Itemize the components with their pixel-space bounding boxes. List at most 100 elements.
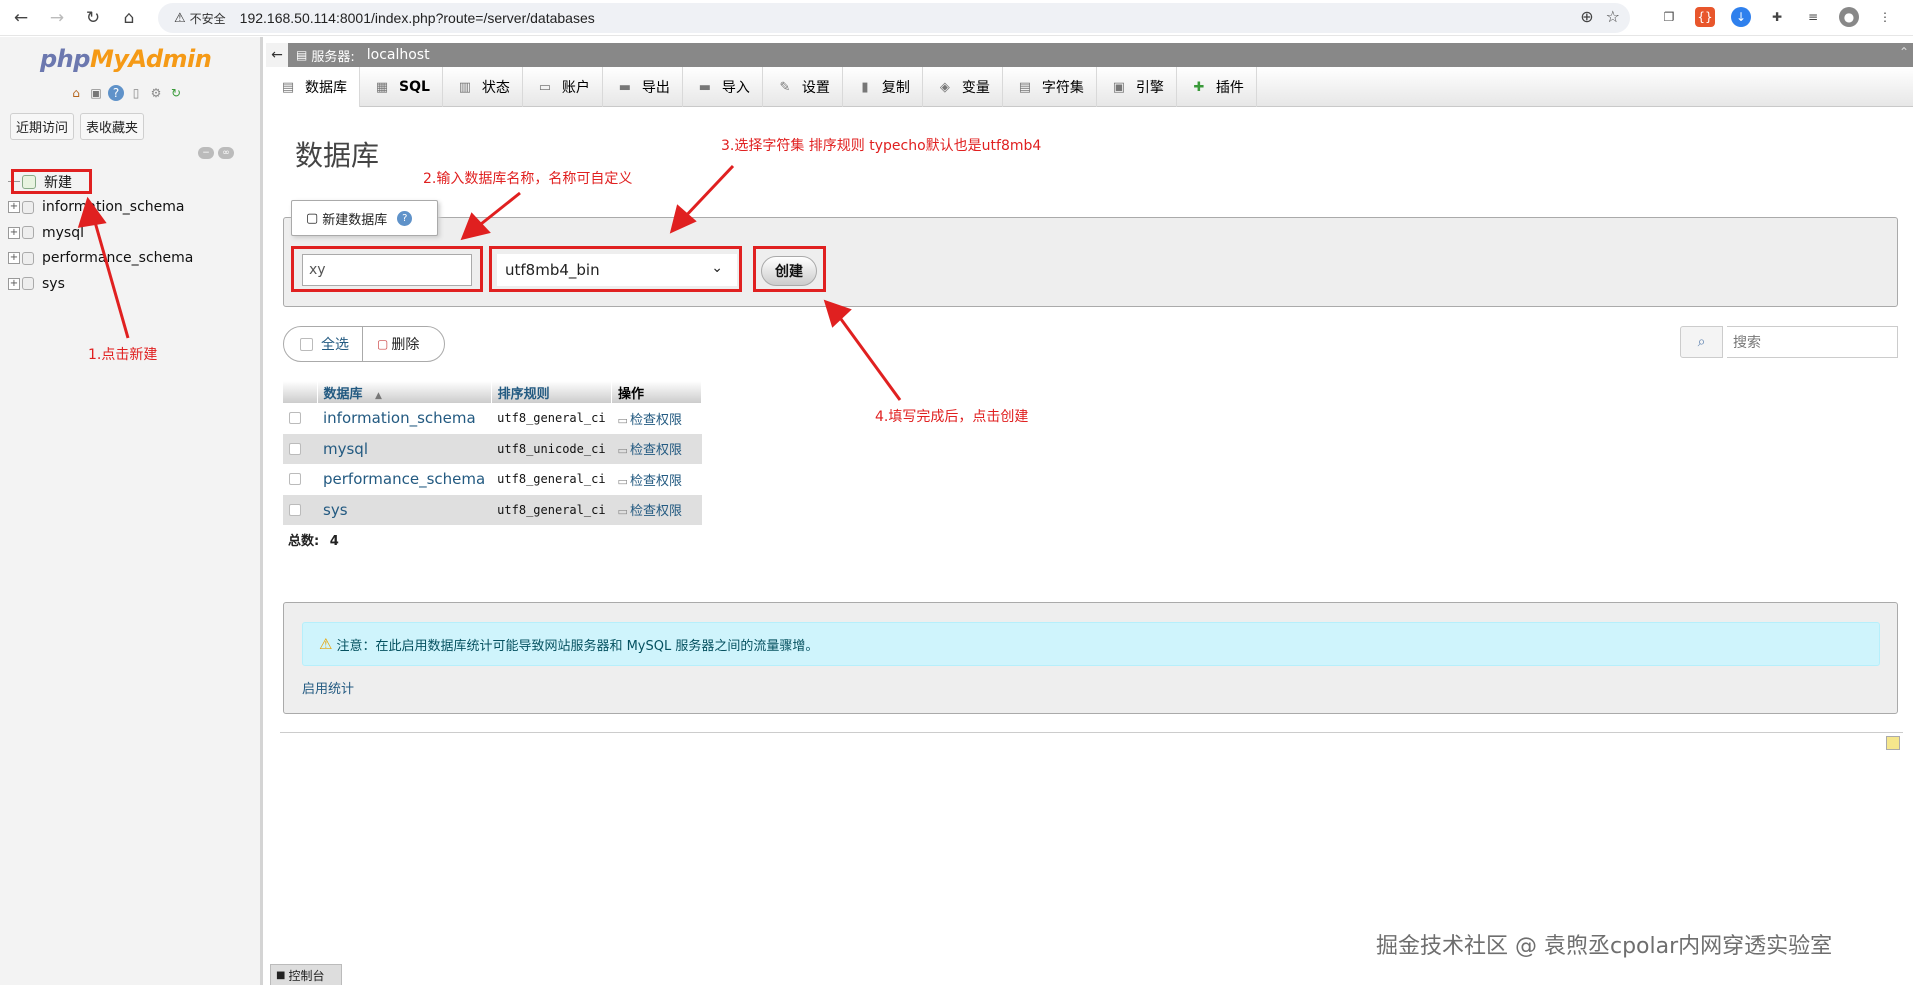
tab-plugins[interactable]: ✚ 插件 <box>1177 67 1257 107</box>
check-privileges-label: 检查权限 <box>629 412 682 428</box>
extension-red-icon[interactable]: {} <box>1695 7 1715 27</box>
search-input[interactable]: 搜索 <box>1727 326 1898 358</box>
table-header-row: 数据库 ▲ 排序规则 操作 <box>283 381 703 403</box>
header-checkbox-col <box>283 381 318 403</box>
annotation-step1: 1.点击新建 <box>88 347 158 363</box>
replication-icon: ▮ <box>861 79 869 95</box>
forward-arrow-icon[interactable]: → <box>42 3 72 33</box>
tab-status[interactable]: ▥ 状态 <box>443 67 523 107</box>
gear-icon[interactable]: ⚙ <box>148 85 164 101</box>
tab-databases[interactable]: ▤ 数据库 <box>266 67 360 107</box>
check-privileges-link[interactable]: ▭ 检查权限 <box>611 464 702 495</box>
menu-dots-icon[interactable]: ⋮ <box>1875 7 1895 27</box>
link-icon[interactable]: ∞ <box>218 147 234 159</box>
header-collation[interactable]: 排序规则 <box>491 381 613 403</box>
tab-export[interactable]: ▬ 导出 <box>603 67 683 107</box>
annotation-box-name-input <box>291 246 483 292</box>
row-checkbox-cell <box>283 403 317 434</box>
total-label: 总数: <box>288 534 320 549</box>
expand-plus-icon[interactable]: + <box>8 277 20 290</box>
expand-plus-icon[interactable]: + <box>8 226 20 239</box>
check-privileges-label: 检查权限 <box>629 443 682 459</box>
check-privileges-link[interactable]: ▭ 检查权限 <box>611 494 702 525</box>
check-privileges-link[interactable]: ▭ 检查权限 <box>611 403 702 434</box>
create-database-legend: ▢ 新建数据库 ? <box>291 200 438 236</box>
bookmark-star-icon[interactable]: ☆ <box>1606 7 1620 26</box>
extensions-puzzle-icon[interactable]: ✚ <box>1767 7 1787 27</box>
url-text[interactable]: 192.168.50.114:8001/index.php?route=/ser… <box>240 10 595 26</box>
tab-import[interactable]: ▬ 导入 <box>683 67 763 107</box>
tab-label: 复制 <box>881 80 910 96</box>
header-database[interactable]: 数据库 ▲ <box>317 381 492 403</box>
database-icon <box>22 200 34 214</box>
row-checkbox[interactable] <box>289 473 301 486</box>
profile-avatar-icon[interactable]: ● <box>1839 7 1859 27</box>
accounts-icon: ▭ <box>538 79 552 95</box>
collapse-sidebar-icon[interactable]: ← <box>266 43 288 67</box>
check-privileges-link[interactable]: ▭ 检查权限 <box>611 433 702 464</box>
server-host-link[interactable]: localhost <box>367 47 430 63</box>
row-checkbox[interactable] <box>289 503 301 516</box>
total-value: 4 <box>329 534 339 549</box>
help-icon[interactable]: ? <box>397 210 413 226</box>
tab-replication[interactable]: ▮ 复制 <box>843 67 923 107</box>
console-toggle[interactable]: ■ 控制台 <box>270 964 342 985</box>
expand-plus-icon[interactable]: + <box>8 201 20 214</box>
collation-cell: utf8_unicode_ci <box>491 433 612 464</box>
home-icon[interactable]: ⌂ <box>68 85 84 101</box>
docs-icon[interactable]: ▯ <box>128 85 144 101</box>
variables-icon: ◈ <box>939 79 950 95</box>
extension-doc-icon[interactable]: ❐ <box>1659 7 1679 27</box>
expand-plus-icon[interactable]: + <box>8 252 20 265</box>
database-name-link[interactable]: performance_schema <box>317 464 492 495</box>
tab-charset[interactable]: ▤ 字符集 <box>1003 67 1097 107</box>
zoom-icon[interactable]: ⊕ <box>1580 7 1593 26</box>
select-all-label[interactable]: 全选 <box>321 334 349 354</box>
phpmyadmin-logo[interactable]: phpMyAdmin <box>40 45 212 73</box>
database-name-link[interactable]: sys <box>317 494 492 525</box>
address-bar[interactable]: ⚠ 不安全 192.168.50.114:8001/index.php?rout… <box>158 3 1630 33</box>
tree-item-performance-schema[interactable]: + performance_schema <box>8 246 258 272</box>
new-database-icon: ▢ <box>306 210 319 226</box>
tree-item-sys[interactable]: + sys <box>8 271 258 297</box>
favorites-button[interactable]: 表收藏夹 <box>80 113 145 140</box>
back-arrow-icon[interactable]: ← <box>6 3 36 33</box>
collapse-all-icon[interactable]: − <box>198 147 214 159</box>
page-title: 数据库 <box>295 139 380 172</box>
reading-list-icon[interactable]: ≡ <box>1803 7 1823 27</box>
database-icon <box>22 251 34 265</box>
tab-label: 插件 <box>1215 80 1244 96</box>
collation-cell: utf8_general_ci <box>491 494 612 525</box>
tab-engines[interactable]: ▣ 引擎 <box>1097 67 1177 107</box>
tab-label: 状态 <box>481 80 510 96</box>
extension-blue-icon[interactable]: ↓ <box>1731 7 1751 27</box>
database-name-link[interactable]: mysql <box>317 433 492 464</box>
help-icon[interactable]: ? <box>108 85 124 101</box>
database-name-link[interactable]: information_schema <box>317 403 492 434</box>
row-checkbox[interactable] <box>289 442 301 455</box>
tab-accounts[interactable]: ▭ 账户 <box>523 67 603 107</box>
row-checkbox[interactable] <box>289 412 301 425</box>
home-icon[interactable]: ⌂ <box>114 3 144 33</box>
select-all-checkbox[interactable] <box>300 337 313 351</box>
table-row: performance_schema utf8_general_ci ▭ 检查权限 <box>283 464 702 495</box>
enable-statistics-link[interactable]: 启用统计 <box>302 678 354 697</box>
refresh-icon[interactable]: ↻ <box>168 85 184 101</box>
insecure-badge[interactable]: ⚠ 不安全 <box>166 6 234 30</box>
reload-icon[interactable]: ↻ <box>78 3 108 33</box>
page-settings-icon[interactable] <box>1886 736 1900 750</box>
delete-button[interactable]: ▢ 删除 <box>362 327 445 361</box>
create-database-label: 新建数据库 <box>322 212 388 228</box>
tab-sql[interactable]: ▦ SQL <box>360 67 443 107</box>
tab-variables[interactable]: ◈ 变量 <box>923 67 1003 107</box>
server-icon: ▤ <box>296 48 308 62</box>
tree-item-mysql[interactable]: + mysql <box>8 220 258 246</box>
scroll-top-icon[interactable]: ⌃ <box>1899 45 1909 59</box>
console-label: 控制台 <box>288 968 325 983</box>
recent-button[interactable]: 近期访问 <box>10 113 75 140</box>
logout-icon[interactable]: ▣ <box>88 85 104 101</box>
tree-item-label: mysql <box>42 224 84 241</box>
tree-item-information-schema[interactable]: + information_schema <box>8 195 258 221</box>
tab-settings[interactable]: ✎ 设置 <box>763 67 843 107</box>
collation-cell: utf8_general_ci <box>491 464 612 495</box>
